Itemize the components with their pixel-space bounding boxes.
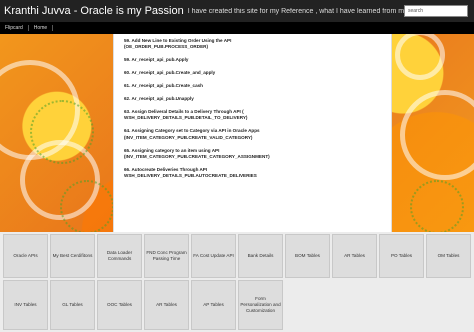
blog-title[interactable]: Kranthi Juvva - Oracle is my Passion xyxy=(0,5,184,17)
background-swirl xyxy=(395,30,445,80)
post-item[interactable]: 62. Ar_receipt_api_pub.Unapply xyxy=(124,96,383,102)
post-item-title: 61. Ar_receipt_api_pub.Create_cash xyxy=(124,83,203,89)
nav-item-flipcard[interactable]: Flipcard xyxy=(0,25,29,31)
post-item[interactable]: 60. Ar_receipt_api_pub.Create_and_apply xyxy=(124,70,383,76)
post-item-code: WSH_DELIVERY_DETAILS_PUB.AUTOCREATE_DELI… xyxy=(124,173,257,179)
label-tile[interactable]: GL Tables xyxy=(50,280,95,330)
post-item-code: (OE_ORDER_PUB.PROCESS_ORDER) xyxy=(124,44,208,50)
label-tile[interactable]: BOM Tables xyxy=(285,234,330,278)
post-item-title: 59. Ar_receipt_api_pub.Apply xyxy=(124,57,189,63)
post-item[interactable]: 66. Autocreate Deliveries Through API WSH… xyxy=(124,167,383,180)
label-tile[interactable]: OOC Tables xyxy=(97,280,142,330)
nav-bar: Flipcard Home xyxy=(0,22,474,34)
empty-tile xyxy=(379,280,424,330)
blog-description: I have created this site for my Referenc… xyxy=(187,7,404,15)
post-item-title: 65. Assigning category to an item using … xyxy=(124,147,220,153)
background-dots xyxy=(60,180,114,234)
label-tile[interactable]: FND Conc Program Passing Time xyxy=(144,234,189,278)
post-item-code: (INV_ITEM_CATEGORY_PUB.CREATE_VALID_CATE… xyxy=(124,134,253,140)
label-tiles: Oracle APIs My Best Cerdifitons Data Loade… xyxy=(0,232,474,332)
label-tile[interactable]: AR Tables xyxy=(144,280,189,330)
post-item[interactable]: 59. Add New Line to Existing Order Using… xyxy=(124,38,383,51)
post-item-title: 62. Ar_receipt_api_pub.Unapply xyxy=(124,96,194,102)
empty-tile xyxy=(285,280,330,330)
label-tile[interactable]: My Best Cerdifitons xyxy=(50,234,95,278)
post-item[interactable]: 63. Assign Deliveral Details to a Delive… xyxy=(124,109,383,122)
post-item-title: 60. Ar_receipt_api_pub.Create_and_apply xyxy=(124,70,216,76)
post-item-code: (INV_ITEM_CATEGORY_PUB.CREATE_CATEGORY_A… xyxy=(124,153,270,159)
post-item-title: 66. Autocreate Deliveries Through API xyxy=(124,166,208,172)
empty-tile xyxy=(332,280,377,330)
post-item-title: 64. Assigning Category set to Category v… xyxy=(124,128,260,134)
post-content: 59. Add New Line to Existing Order Using… xyxy=(113,34,392,234)
post-item[interactable]: 65. Assigning category to an item using … xyxy=(124,148,383,161)
label-tile[interactable]: FA Cost Update API xyxy=(191,234,236,278)
search-input[interactable]: search xyxy=(404,5,468,17)
label-tile[interactable]: Oracle APIs xyxy=(3,234,48,278)
nav-item-home[interactable]: Home xyxy=(29,25,54,31)
background-dots xyxy=(30,100,94,164)
background-dots xyxy=(410,180,464,234)
label-tile[interactable]: AP Tables xyxy=(191,280,236,330)
post-item[interactable]: 61. Ar_receipt_api_pub.Create_cash xyxy=(124,83,383,89)
label-tile[interactable]: Form Personalization and Customization xyxy=(238,280,283,330)
background-swirl xyxy=(400,90,474,180)
label-tile[interactable]: Bank Details xyxy=(238,234,283,278)
post-list: 59. Add New Line to Existing Order Using… xyxy=(114,34,391,180)
label-tile[interactable]: Data Loader Commands xyxy=(97,234,142,278)
label-tile[interactable]: OM Tables xyxy=(426,234,471,278)
post-item-code: WSH_DELIVERY_DETAILS_PUB.DETAIL_TO_DELIV… xyxy=(124,115,248,121)
post-item-title: 63. Assign Deliveral Details to a Delive… xyxy=(124,108,244,114)
empty-tile xyxy=(426,280,471,330)
post-item[interactable]: 59. Ar_receipt_api_pub.Apply xyxy=(124,57,383,63)
label-tile[interactable]: PO Tables xyxy=(379,234,424,278)
post-item-title: 59. Add New Line to Existing Order Using… xyxy=(124,38,232,43)
post-item[interactable]: 64. Assigning Category set to Category v… xyxy=(124,128,383,141)
label-tile[interactable]: AR Tables xyxy=(332,234,377,278)
label-tile[interactable]: INV Tables xyxy=(3,280,48,330)
blog-header: Kranthi Juvva - Oracle is my Passion I h… xyxy=(0,0,474,22)
